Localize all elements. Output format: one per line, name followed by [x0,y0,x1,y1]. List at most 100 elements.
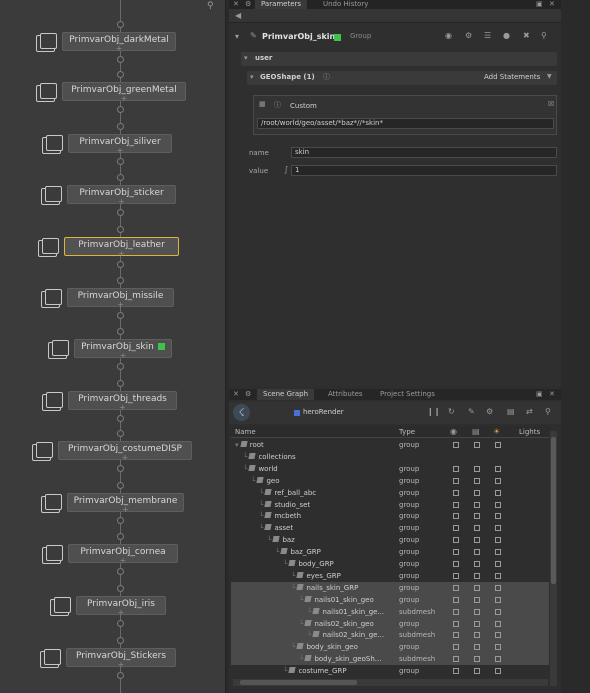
node-graph-panel[interactable]: ⚲ PrimvarObj_darkMetal + PrimvarObj_greenM… [0,0,226,693]
tree-row[interactable]: └ ref_ball_abc group [231,487,549,499]
light-checkbox[interactable] [495,620,501,627]
port-connector[interactable] [117,482,124,489]
refresh-icon[interactable]: ↻ [448,407,455,416]
visibility-checkbox[interactable] [453,513,459,520]
lock-checkbox[interactable] [474,525,480,532]
add-statements-button[interactable]: Add Statements [484,73,540,81]
tree-row[interactable]: ▾ root group [231,439,549,451]
port-connector[interactable] [117,672,124,679]
tree-row[interactable]: └ body_skin_geoSh... subdmesh [231,653,549,666]
search-icon[interactable]: ⚲ [541,31,547,40]
port-connector[interactable] [117,209,124,216]
tree-row[interactable]: └ world group [231,463,549,475]
port-connector[interactable] [117,465,124,472]
tree-row[interactable]: └ costume_GRP group [231,665,549,677]
port-connector[interactable] [117,430,124,437]
gear-icon[interactable]: ⚙ [245,390,251,398]
lock-checkbox[interactable] [474,513,480,520]
lock-checkbox[interactable] [474,608,480,615]
add-port-icon[interactable]: + [68,506,183,514]
tree-row[interactable]: └ mcbeth group [231,510,549,522]
window-icon[interactable]: ▣ [536,0,543,8]
visibility-checkbox[interactable] [453,632,459,639]
lock-checkbox[interactable] [474,632,480,639]
port-connector[interactable] [117,174,124,181]
port-connector[interactable] [117,620,124,627]
collapse-icon[interactable]: ▾ [235,32,239,41]
port-connector[interactable] [117,277,124,284]
path-field[interactable]: /root/world/geo/asset/*baz*//*skin* [257,118,554,129]
light-checkbox[interactable] [495,644,501,651]
tree-row[interactable]: └ nails02_skin_geo group [231,617,549,630]
lock-checkbox[interactable] [474,596,480,603]
graph-node[interactable]: PrimvarObj_siliver + [68,134,172,155]
light-checkbox[interactable] [495,549,501,556]
tree-row[interactable]: └ collections [231,451,549,463]
port-connector[interactable] [117,56,124,63]
sync-icon[interactable]: ⇄ [526,407,533,416]
add-port-icon[interactable]: + [67,661,175,669]
add-port-icon[interactable]: + [77,609,165,617]
visibility-checkbox[interactable] [453,596,459,603]
geoshape-section[interactable]: ▾ GEOShape (1) ⓘ Add Statements ▼ [247,71,557,85]
wrench-icon[interactable]: ✖ [523,31,530,40]
light-checkbox[interactable] [495,608,501,615]
light-checkbox[interactable] [495,584,501,591]
graph-node[interactable]: PrimvarObj_darkMetal + [62,32,176,53]
add-port-icon[interactable]: + [59,454,191,462]
col-lights[interactable]: Lights [519,428,540,436]
list-icon[interactable]: ☰ [484,31,491,40]
visibility-checkbox[interactable] [453,656,459,663]
graph-node[interactable]: PrimvarObj_skin + [74,339,172,360]
light-checkbox[interactable] [495,442,501,448]
visibility-checkbox[interactable] [453,584,459,591]
graph-node[interactable]: PrimvarObj_missile + [67,288,174,309]
scrollbar-thumb[interactable] [240,680,357,685]
lock-checkbox[interactable] [474,584,480,591]
user-section[interactable]: ▾ user [241,52,557,66]
lock-checkbox[interactable] [474,489,480,496]
gear-icon[interactable]: ⚙ [465,31,472,40]
graph-node[interactable]: PrimvarObj_costumeDISP + [58,441,192,462]
col-name[interactable]: Name [235,428,256,436]
visibility-checkbox[interactable] [453,525,459,532]
gear-icon[interactable]: ⚙ [245,0,251,8]
port-connector[interactable] [117,328,124,335]
port-connector[interactable] [117,261,124,268]
close-icon[interactable]: ✕ [233,390,239,398]
tab-attributes[interactable]: Attributes [322,389,369,400]
tab-project-settings[interactable]: Project Settings [374,389,441,400]
light-checkbox[interactable] [495,489,501,496]
tree-row[interactable]: └ baz group [231,534,549,546]
lock-checkbox[interactable] [474,477,480,484]
close-panel-icon[interactable]: ✕ [549,0,555,8]
visibility-checkbox[interactable] [453,620,459,627]
lock-checkbox[interactable] [474,644,480,651]
visibility-checkbox[interactable] [453,477,459,484]
gear-icon[interactable]: ⚙ [486,407,493,416]
lock-checkbox[interactable] [474,572,480,579]
visibility-checkbox[interactable] [453,501,459,508]
tab-parameters[interactable]: Parameters [255,0,308,9]
close-panel-icon[interactable]: ✕ [549,390,555,398]
port-connector[interactable] [117,158,124,165]
graph-node[interactable]: PrimvarObj_cornea + [68,544,178,565]
visibility-icon[interactable]: ◉ [450,427,457,436]
add-port-icon[interactable]: + [68,198,175,206]
light-checkbox[interactable] [495,632,501,639]
tree-row[interactable]: └ baz_GRP group [231,546,549,558]
visibility-checkbox[interactable] [453,537,459,544]
lock-icon[interactable]: ▤ [472,427,480,436]
search-icon[interactable]: ⚲ [545,407,551,416]
port-connector[interactable] [117,123,124,130]
visibility-checkbox[interactable] [453,644,459,651]
tree-row[interactable]: └ body_GRP group [231,558,549,570]
close-icon[interactable]: ✕ [233,0,239,8]
visibility-checkbox[interactable] [453,549,459,556]
visibility-checkbox[interactable] [453,572,459,579]
lock-checkbox[interactable] [474,561,480,567]
graph-node[interactable]: PrimvarObj_leather + [64,237,179,258]
close-icon[interactable]: ☒ [548,100,554,108]
visibility-checkbox[interactable] [453,561,459,567]
swirl-icon[interactable]: ☇ [233,404,250,421]
